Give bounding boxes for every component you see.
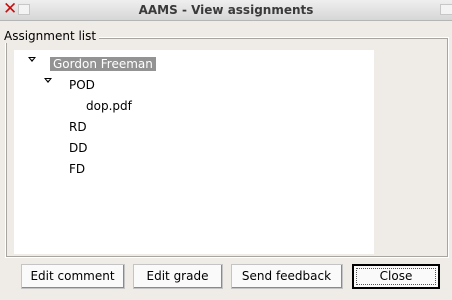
tree-item-label: DD: [69, 141, 88, 155]
title-bar: ✕ AAMS - View assignments: [0, 0, 452, 21]
close-button[interactable]: Close: [352, 264, 440, 289]
expand-triangle-icon[interactable]: [44, 78, 52, 83]
window-title: AAMS - View assignments: [138, 3, 314, 17]
tree-item-label: FD: [69, 162, 86, 176]
tree-item-file[interactable]: dop.pdf: [86, 98, 132, 115]
assignment-tree[interactable]: Gordon Freeman POD dop.pdf RD DD FD: [14, 50, 374, 254]
edit-comment-button[interactable]: Edit comment: [21, 264, 125, 289]
close-button-label: Close: [356, 268, 436, 285]
send-feedback-button[interactable]: Send feedback: [231, 264, 343, 289]
tree-item-label: POD: [69, 78, 95, 92]
tree-item-pod[interactable]: POD: [69, 77, 95, 94]
tree-item-fd[interactable]: FD: [69, 161, 85, 178]
tree-item-dd[interactable]: DD: [69, 140, 87, 157]
tree-item-label: RD: [69, 120, 87, 134]
maximize-icon[interactable]: [440, 4, 452, 15]
expand-triangle-icon[interactable]: [28, 57, 36, 62]
edit-grade-button[interactable]: Edit grade: [133, 264, 223, 289]
tree-item-rd[interactable]: RD: [69, 119, 87, 136]
tree-item-label: dop.pdf: [86, 99, 132, 113]
tree-item-student[interactable]: Gordon Freeman: [50, 56, 156, 73]
assignment-list-title: Assignment list: [4, 29, 100, 43]
tree-item-label: Gordon Freeman: [50, 57, 156, 71]
